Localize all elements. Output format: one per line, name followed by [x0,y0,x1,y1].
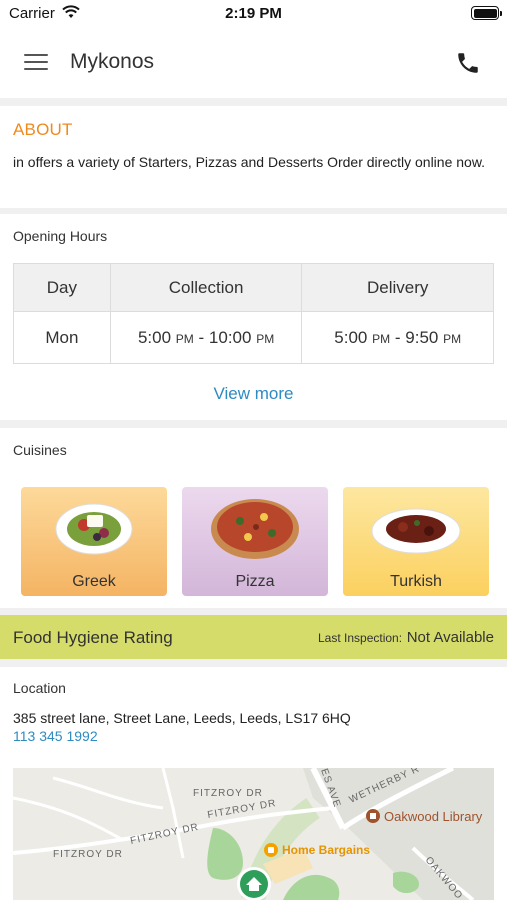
last-inspection-label: Last Inspection: [318,631,403,645]
delivery-start-ampm: PM [372,331,391,346]
table-header-row: Day Collection Delivery [13,263,494,312]
collection-start-ampm: PM [175,331,194,346]
street-label: FITZROY DR [193,788,263,799]
last-inspection-value: Not Available [406,629,494,646]
delivery-hours-cell: 5:00 PM - 9:50 PM [301,311,494,364]
collection-hours-cell: 5:00 PM - 10:00 PM [109,311,303,364]
column-header-collection: Collection [109,263,303,312]
time-separator: - [394,327,401,347]
collection-end-time: 10:00 [208,327,252,347]
cuisine-tile-turkish[interactable]: Turkish [343,487,489,596]
status-bar: Carrier 2:19 PM [0,0,507,28]
store-pin-icon [264,843,278,857]
cuisine-label: Greek [72,573,116,590]
opening-hours-section: Opening Hours Day Collection Delivery Mo… [0,214,507,420]
location-map[interactable]: FITZROY DR FITZROY DR FITZROY DR FITZROY… [13,768,494,900]
delivery-start-time: 5:00 [334,327,368,347]
view-more-link[interactable]: View more [0,384,507,404]
hamburger-menu-icon[interactable] [24,53,48,71]
poi-store-label: Home Bargains [282,843,370,857]
location-section: Location 385 street lane, Street Lane, L… [0,667,507,900]
address-text: 385 street lane, Street Lane, Leeds, Lee… [13,710,351,726]
cuisine-label: Pizza [235,573,275,590]
delivery-end-ampm: PM [443,331,462,346]
poi-library-label: Oakwood Library [384,809,483,824]
phone-icon[interactable] [455,50,481,76]
clock: 2:19 PM [225,5,282,22]
cuisines-label: Cuisines [13,442,67,458]
hygiene-label: Food Hygiene Rating [13,628,173,647]
cuisines-section: Cuisines Greek Pizza Turkish [0,428,507,608]
about-heading: ABOUT [13,120,73,139]
food-hygiene-rating-bar: Food Hygiene Rating Last Inspection: Not… [0,615,507,659]
collection-end-ampm: PM [256,331,275,346]
cuisine-label: Turkish [390,573,442,590]
pizza-image [211,499,299,559]
greek-salad-image [55,503,133,555]
opening-hours-label: Opening Hours [13,228,108,244]
cuisine-tile-greek[interactable]: Greek [21,487,167,596]
street-label: FITZROY DR [53,849,123,860]
turkish-dish-image [371,508,461,554]
battery-icon [471,6,502,20]
about-description: in offers a variety of Starters, Pizzas … [13,154,486,170]
table-row: Mon 5:00 PM - 10:00 PM 5:00 PM - 9:50 PM [13,311,494,364]
navigation-bar: Mykonos [0,28,507,98]
library-pin-icon [366,809,380,823]
collection-start-time: 5:00 [137,327,172,347]
opening-hours-table: Day Collection Delivery Mon 5:00 PM - 10… [13,263,494,364]
home-marker-icon [237,867,271,900]
day-cell: Mon [13,311,111,364]
cuisine-tile-pizza[interactable]: Pizza [182,487,328,596]
column-header-delivery: Delivery [301,263,494,312]
location-label: Location [13,680,66,696]
time-separator: - [198,327,205,347]
restaurant-title: Mykonos [70,50,155,73]
about-section: ABOUT in offers a variety of Starters, P… [0,106,507,208]
column-header-day: Day [13,263,111,312]
delivery-end-time: 9:50 [405,327,439,347]
phone-link[interactable]: 113 345 1992 [13,728,98,744]
